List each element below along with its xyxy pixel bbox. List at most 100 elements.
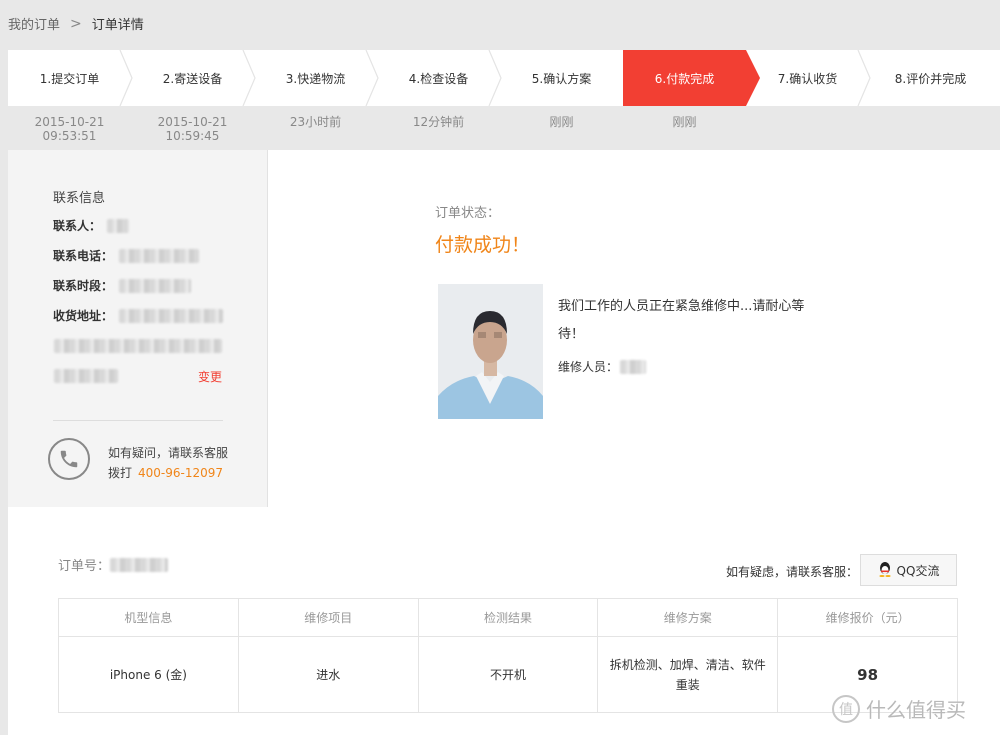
step-time: 2015-10-21 09:53:51 (8, 106, 131, 150)
step-label: 6.付款完成 (654, 71, 715, 86)
help-text: 如有疑问，请联系客服 拨打 400-96-12097 (108, 443, 228, 483)
step-5: 5.确认方案 (500, 50, 623, 106)
chevron-divider-icon (488, 50, 502, 106)
step-1: 1.提交订单 (8, 50, 133, 106)
hotline-row: 拨打 400-96-12097 (108, 463, 228, 483)
active-arrow-icon (746, 50, 760, 106)
order-status-value: 付款成功！ (435, 234, 531, 256)
step-3: 3.快递物流 (254, 50, 379, 106)
contact-address-row: 收货地址： (53, 307, 224, 324)
col-price: 维修报价（元） (777, 598, 958, 637)
plan-line-2: 重装 (675, 677, 700, 692)
qq-button-label: QQ交流 (896, 563, 940, 578)
plan-line-1: 拆机检测、加焊、清洁、软件 (609, 657, 766, 672)
step-time (746, 106, 869, 150)
repairman-photo (438, 284, 543, 419)
time-date: 12分钟前 (412, 115, 465, 129)
change-address-link[interactable]: 变更 (198, 368, 222, 385)
qq-chat-button[interactable]: QQ交流 (860, 554, 957, 586)
watermark: 值 什么值得买 (832, 694, 966, 723)
order-table: 机型信息 维修项目 检测结果 维修方案 维修报价（元） iPhone 6 (金)… (58, 598, 958, 713)
blurred-address-line3 (54, 369, 118, 383)
chevron-divider-icon (119, 50, 133, 106)
step-time: 12分钟前 (377, 106, 500, 150)
chevron-divider-icon (857, 50, 871, 106)
step-time: 刚刚 (500, 106, 623, 150)
time-date: 23小时前 (289, 115, 342, 129)
status-message: 我们工作的人员正在紧急维修中...请耐心等 待！ (558, 293, 838, 349)
step-4: 4.检查设备 (377, 50, 502, 106)
repairman-label: 维修人员： (558, 360, 619, 374)
step-label: 1.提交订单 (39, 71, 100, 86)
step-time: 2015-10-21 10:59:45 (131, 106, 254, 150)
watermark-text: 什么值得买 (866, 698, 966, 722)
blurred-phone (119, 248, 200, 263)
watermark-logo-icon: 值 (832, 694, 860, 723)
blurred-name (107, 218, 130, 233)
contact-panel: 联系信息 联系人： 联系电话： 联系时段： 收货地址： 变更 如有疑问，请联系客… (8, 150, 268, 507)
col-plan: 维修方案 (597, 598, 779, 637)
breadcrumb-my-orders[interactable]: 我的订单 (8, 14, 60, 33)
time-clock: 10:59:45 (165, 129, 220, 143)
step-2: 2.寄送设备 (131, 50, 256, 106)
time-date: 刚刚 (549, 115, 574, 129)
time-date: 2015-10-21 (34, 115, 105, 129)
blurred-order-number (110, 557, 169, 572)
time-date: 2015-10-21 (157, 115, 228, 129)
cell-model: iPhone 6 (金) (58, 636, 239, 713)
col-result: 检测结果 (417, 598, 599, 637)
message-line-2: 待！ (558, 327, 585, 342)
contact-address-label: 收货地址： (53, 309, 114, 323)
order-number-row: 订单号： (58, 555, 169, 574)
col-model: 机型信息 (58, 598, 239, 637)
progress-steps: 1.提交订单 2.寄送设备 3.快递物流 4.检查设备 5.确认方案 6.付款完… (8, 50, 1000, 106)
breadcrumb: 我的订单 > 订单详情 (8, 14, 144, 34)
table-row: iPhone 6 (金) 进水 不开机 拆机检测、加焊、清洁、软件 重装 98 (58, 636, 958, 713)
time-clock: 09:53:51 (42, 129, 97, 143)
step-label: 4.检查设备 (408, 71, 469, 86)
step-label: 3.快递物流 (285, 71, 346, 86)
step-8: 8.评价并完成 (869, 50, 992, 106)
divider (53, 420, 223, 421)
doubt-text: 如有疑虑，请联系客服： (726, 565, 859, 579)
blurred-address-line2 (54, 339, 222, 353)
contact-title: 联系信息 (53, 191, 106, 206)
step-label: 2.寄送设备 (162, 71, 223, 86)
step-label: 7.确认收货 (777, 71, 838, 86)
blurred-address (119, 308, 224, 323)
message-line-1: 我们工作的人员正在紧急维修中...请耐心等 (558, 299, 805, 314)
status-panel: 订单状态： 付款成功！ 我们工作的人员正在紧急维修中...请耐心等 待！ 维修人… (268, 150, 1000, 507)
breadcrumb-current: 订单详情 (91, 18, 144, 33)
contact-phone-label: 联系电话： (53, 249, 114, 263)
qq-penguin-icon (878, 561, 892, 580)
chevron-right-icon: > (70, 15, 82, 32)
step-times: 2015-10-21 09:53:51 2015-10-21 10:59:45 23… (8, 106, 1000, 150)
blurred-period (119, 278, 192, 293)
contact-person-label: 联系人： (53, 219, 102, 233)
phone-icon (48, 438, 90, 480)
help-line: 如有疑问，请联系客服 (108, 446, 229, 460)
cell-item: 进水 (237, 636, 419, 713)
blurred-repairman-name (620, 359, 647, 374)
col-item: 维修项目 (237, 598, 419, 637)
step-time: 刚刚 (623, 106, 746, 150)
step-time: 23小时前 (254, 106, 377, 150)
step-time (869, 106, 992, 150)
cell-result: 不开机 (417, 636, 599, 713)
order-status-label: 订单状态： (435, 206, 501, 221)
chevron-divider-icon (365, 50, 379, 106)
contact-phone-row: 联系电话： (53, 247, 200, 264)
contact-period-row: 联系时段： (53, 277, 192, 294)
step-label: 8.评价并完成 (894, 71, 967, 86)
dial-label: 拨打 (108, 466, 133, 480)
order-number-label: 订单号： (58, 559, 111, 574)
step-7: 7.确认收货 (746, 50, 871, 106)
step-6-active: 6.付款完成 (623, 50, 760, 106)
table-header-row: 机型信息 维修项目 检测结果 维修方案 维修报价（元） (58, 598, 958, 637)
time-date: 刚刚 (672, 115, 697, 129)
contact-person-row: 联系人： (53, 217, 130, 234)
cell-plan: 拆机检测、加焊、清洁、软件 重装 (597, 636, 779, 713)
step-label: 5.确认方案 (531, 71, 592, 86)
hotline-number[interactable]: 400-96-12097 (138, 466, 223, 480)
contact-period-label: 联系时段： (53, 279, 114, 293)
